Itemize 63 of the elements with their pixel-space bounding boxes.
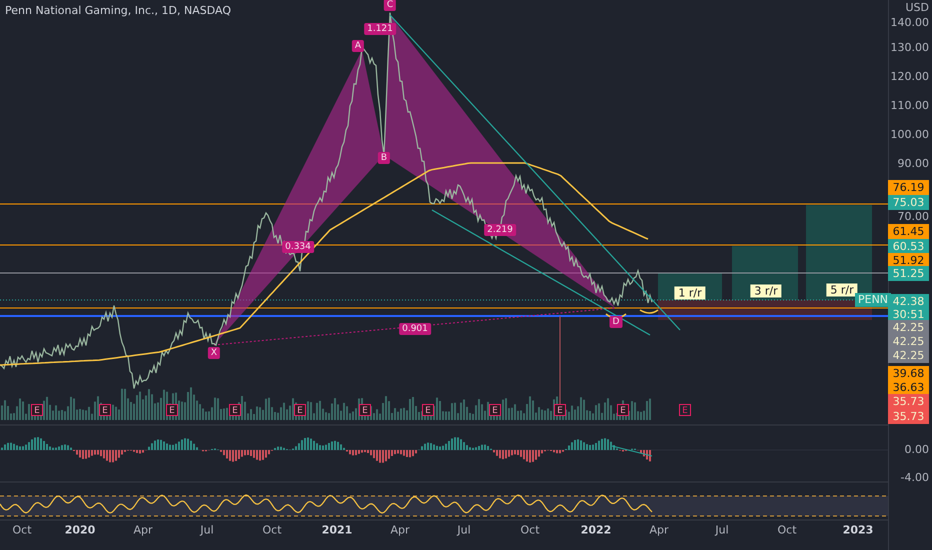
ratio-label: 0.334 <box>282 241 314 253</box>
price-axis-label: 90.00 <box>898 158 929 170</box>
price-axis-label: 120.00 <box>890 71 929 83</box>
ratio-label: 1.121 <box>364 23 396 35</box>
earnings-marker[interactable]: E <box>679 404 691 416</box>
earnings-marker[interactable]: E <box>294 404 306 416</box>
price-tag: 75.03 <box>888 195 929 210</box>
ratio-label: 0.901 <box>399 323 431 335</box>
price-tag: 42.25 <box>888 320 929 335</box>
ratio-label: 2.219 <box>484 224 516 236</box>
pattern-point-label: D <box>610 316 622 328</box>
time-axis-label: Jul <box>457 524 471 536</box>
time-axis-label: Jul <box>715 524 729 536</box>
time-axis-label: Apr <box>649 524 669 536</box>
earnings-marker[interactable]: E <box>617 404 629 416</box>
earnings-marker[interactable]: E <box>359 404 371 416</box>
earnings-marker[interactable]: E <box>229 404 241 416</box>
price-tag: 35.73 <box>888 394 929 409</box>
pattern-point-label: B <box>378 152 390 164</box>
price-axis-label: 70.00 <box>898 211 929 223</box>
time-axis-label: Apr <box>133 524 153 536</box>
price-axis-label: 110.00 <box>890 100 929 112</box>
time-axis-label: 2022 <box>580 524 612 536</box>
price-tag: 39.68 <box>888 366 929 381</box>
earnings-marker[interactable]: E <box>489 404 501 416</box>
earnings-marker[interactable]: E <box>166 404 178 416</box>
time-axis-label: 2020 <box>64 524 96 536</box>
price-axis-label: 100.00 <box>890 129 929 141</box>
currency-label: USD <box>905 2 929 14</box>
earnings-marker[interactable]: E <box>422 404 434 416</box>
price-tag: 35.73 <box>888 409 929 424</box>
price-tag: 60.53 <box>888 239 929 254</box>
symbol-tag: PENN <box>855 293 892 307</box>
price-tag: 51.25 <box>888 266 929 281</box>
earnings-marker[interactable]: E <box>31 404 43 416</box>
risk-reward-label: 3 r/r <box>750 284 782 298</box>
curve-mark <box>605 309 659 319</box>
time-axis-label: Oct <box>520 524 540 536</box>
time-axis-label: Apr <box>390 524 410 536</box>
earnings-marker[interactable]: E <box>554 404 566 416</box>
price-tag: 42.25 <box>888 334 929 349</box>
time-axis-label: Oct <box>777 524 797 536</box>
time-axis-label: Jul <box>200 524 214 536</box>
indicator-axis-label: 0.00 <box>904 444 929 456</box>
divergence-line <box>612 446 652 456</box>
earnings-marker[interactable]: E <box>99 404 111 416</box>
risk-reward-label: 1 r/r <box>674 286 706 300</box>
price-tag: 36.63 <box>888 380 929 395</box>
time-axis-label: 2023 <box>842 524 874 536</box>
price-tag: 42.25 <box>888 348 929 363</box>
risk-reward-label: 5 r/r <box>826 284 858 296</box>
price-tag: 61.45 <box>888 224 929 239</box>
pattern-point-label: C <box>384 0 396 11</box>
pattern-point-label: A <box>352 40 364 52</box>
price-axis-label: 130.00 <box>890 42 929 54</box>
chart-title: Penn National Gaming, Inc., 1D, NASDAQ <box>5 4 231 17</box>
price-tag: 76.19 <box>888 180 929 195</box>
time-axis-label: Oct <box>12 524 32 536</box>
indicator-axis-label: -4.00 <box>900 472 929 484</box>
price-axis-label: 140.00 <box>890 17 929 29</box>
pattern-point-label: X <box>208 347 220 359</box>
time-axis-label: 2021 <box>322 524 352 536</box>
time-axis-label: Oct <box>262 524 282 536</box>
